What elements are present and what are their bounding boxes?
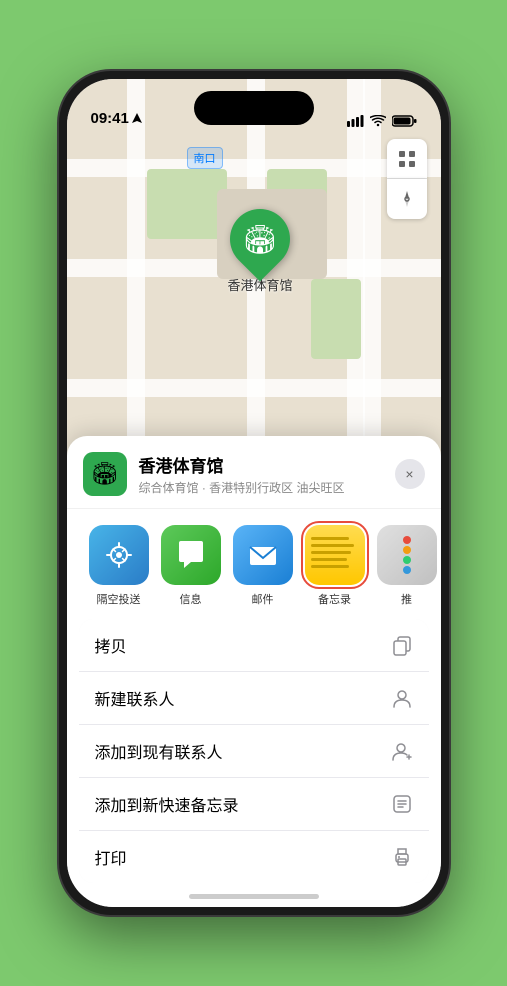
share-airdrop[interactable]: 隔空投送 <box>83 525 155 607</box>
map-controls <box>387 139 427 219</box>
share-more[interactable]: 推 <box>371 525 441 607</box>
signal-icon <box>347 115 364 127</box>
share-messages[interactable]: 信息 <box>155 525 227 607</box>
action-add-note[interactable]: 添加到新快速备忘录 <box>79 778 429 831</box>
notes-content <box>305 525 365 585</box>
home-indicator <box>189 894 319 899</box>
add-existing-icon <box>391 740 413 762</box>
compass-icon <box>397 189 417 209</box>
messages-label: 信息 <box>180 591 202 607</box>
new-contact-icon <box>391 687 413 709</box>
status-time: 09:41 <box>91 110 142 127</box>
map-marker: 🏟 香港体育馆 <box>227 209 292 294</box>
battery-icon <box>392 115 417 127</box>
wifi-icon <box>370 115 386 127</box>
layers-icon <box>396 148 418 170</box>
map-label: 南口 <box>187 147 223 169</box>
notes-label: 备忘录 <box>318 591 351 607</box>
dynamic-island <box>194 91 314 125</box>
bottom-sheet: 🏟 香港体育馆 综合体育馆 · 香港特别行政区 油尖旺区 × <box>67 436 441 907</box>
print-icon <box>391 846 413 868</box>
action-list: 拷贝 新建联系人 添加到现有联系人 <box>79 619 429 883</box>
share-notes[interactable]: 备忘录 <box>299 525 371 607</box>
venue-name: 香港体育馆 <box>139 452 395 477</box>
notes-icon-wrap <box>305 525 365 585</box>
marker-pin: 🏟 <box>218 197 303 282</box>
action-add-existing[interactable]: 添加到现有联系人 <box>79 725 429 778</box>
map-layers-button[interactable] <box>387 139 427 179</box>
share-mail[interactable]: 邮件 <box>227 525 299 607</box>
mail-icon-wrap <box>233 525 293 585</box>
airdrop-icon-wrap <box>89 525 149 585</box>
action-copy-label: 拷贝 <box>95 633 127 657</box>
mail-icon <box>246 538 280 572</box>
share-row: 隔空投送 信息 <box>67 509 441 615</box>
phone-screen: 09:41 <box>67 79 441 907</box>
phone-frame: 09:41 <box>59 71 449 915</box>
messages-icon-wrap <box>161 525 221 585</box>
airdrop-icon <box>102 538 136 572</box>
sheet-header: 🏟 香港体育馆 综合体育馆 · 香港特别行政区 油尖旺区 × <box>67 436 441 509</box>
action-copy[interactable]: 拷贝 <box>79 619 429 672</box>
venue-subtitle: 综合体育馆 · 香港特别行政区 油尖旺区 <box>139 479 395 496</box>
action-add-note-label: 添加到新快速备忘录 <box>95 792 239 816</box>
venue-icon: 🏟 <box>83 452 127 496</box>
more-label: 推 <box>401 591 412 607</box>
more-icon-wrap <box>377 525 437 585</box>
location-button[interactable] <box>387 179 427 219</box>
airdrop-label: 隔空投送 <box>97 591 141 607</box>
action-add-existing-label: 添加到现有联系人 <box>95 739 223 763</box>
status-icons <box>347 115 417 127</box>
action-new-contact-label: 新建联系人 <box>95 686 175 710</box>
action-print[interactable]: 打印 <box>79 831 429 883</box>
close-button[interactable]: × <box>395 459 425 489</box>
mail-label: 邮件 <box>252 591 274 607</box>
location-icon <box>132 113 142 125</box>
quick-note-icon <box>391 793 413 815</box>
venue-info: 香港体育馆 综合体育馆 · 香港特别行政区 油尖旺区 <box>139 452 395 496</box>
action-new-contact[interactable]: 新建联系人 <box>79 672 429 725</box>
copy-icon <box>391 634 413 656</box>
action-print-label: 打印 <box>95 845 127 869</box>
messages-icon <box>174 538 208 572</box>
